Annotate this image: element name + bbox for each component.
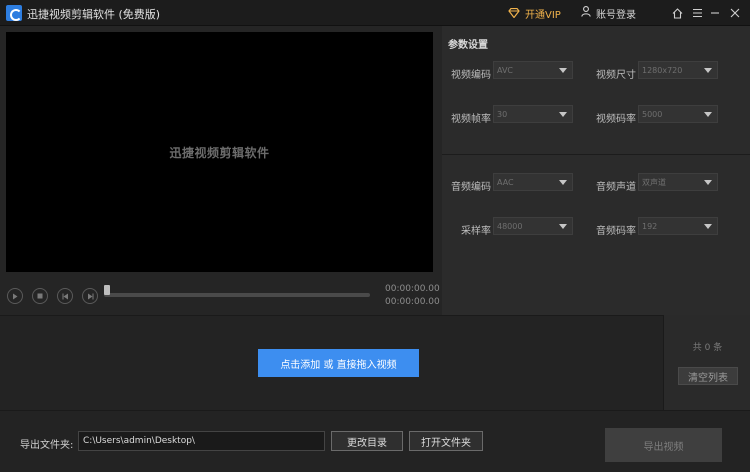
video-size-label: 视频尺寸 — [596, 70, 636, 81]
item-count: 共 0 条 — [692, 343, 723, 353]
player-controls: 00:00:00.00 00:00:00.00 — [0, 276, 440, 314]
home-icon — [672, 7, 682, 19]
video-bitrate-select[interactable]: 5000 — [638, 105, 718, 123]
frame-rate-value: 30 — [497, 109, 508, 119]
next-frame-icon — [87, 293, 93, 299]
prev-frame-button[interactable] — [57, 288, 73, 304]
chevron-down-icon — [704, 224, 712, 229]
video-preview: 迅捷视频剪辑软件 — [6, 32, 433, 272]
total-time: 00:00:00.00 — [385, 297, 440, 307]
param-settings-panel: 参数设置 视频编码 AVC 视频尺寸 1280x720 视频帧率 30 视频码率… — [442, 26, 750, 315]
stop-button[interactable] — [32, 288, 48, 304]
menu-button[interactable] — [689, 5, 705, 21]
login-label: 账号登录 — [596, 9, 636, 21]
clear-list-button[interactable]: 清空列表 — [678, 367, 738, 385]
audio-bitrate-value: 192 — [642, 221, 658, 231]
audio-bitrate-select[interactable]: 192 — [638, 217, 718, 235]
audio-channel-value: 双声道 — [642, 177, 666, 187]
vip-button[interactable]: 开通VIP — [508, 5, 561, 21]
close-button[interactable] — [727, 5, 743, 21]
sample-rate-label: 采样率 — [461, 226, 491, 237]
diamond-icon — [508, 8, 520, 18]
vip-label: 开通VIP — [525, 9, 561, 21]
video-bitrate-value: 5000 — [642, 109, 663, 119]
frame-rate-select[interactable]: 30 — [493, 105, 573, 123]
chevron-down-icon — [704, 68, 712, 73]
video-codec-select[interactable]: AVC — [493, 61, 573, 79]
list-icon — [692, 8, 702, 18]
login-button[interactable]: 账号登录 — [581, 5, 636, 21]
video-codec-label: 视频编码 — [451, 70, 491, 81]
current-time: 00:00:00.00 — [385, 284, 440, 294]
audio-codec-select[interactable]: AAC — [493, 173, 573, 191]
video-codec-value: AVC — [497, 65, 514, 75]
frame-rate-label: 视频帧率 — [451, 114, 491, 125]
param-settings-title: 参数设置 — [448, 40, 488, 51]
play-icon — [13, 293, 18, 299]
video-size-select[interactable]: 1280x720 — [638, 61, 718, 79]
video-drop-area[interactable]: 点击添加 或 直接拖入视频 — [0, 315, 663, 410]
change-dir-button[interactable]: 更改目录 — [331, 431, 403, 451]
window-title: 迅捷视频剪辑软件 (免费版) — [27, 8, 161, 21]
close-icon — [730, 8, 740, 18]
audio-codec-value: AAC — [497, 177, 514, 187]
sample-rate-value: 48000 — [497, 221, 523, 231]
export-folder-input[interactable] — [78, 431, 325, 451]
add-video-button[interactable]: 点击添加 或 直接拖入视频 — [258, 349, 419, 377]
video-size-value: 1280x720 — [642, 65, 683, 75]
chevron-down-icon — [559, 112, 567, 117]
audio-channel-label: 音频声道 — [596, 182, 636, 193]
chevron-down-icon — [559, 180, 567, 185]
audio-codec-label: 音频编码 — [451, 182, 491, 193]
export-video-button[interactable]: 导出视频 — [605, 428, 722, 462]
chevron-down-icon — [559, 224, 567, 229]
sample-rate-select[interactable]: 48000 — [493, 217, 573, 235]
progress-bar[interactable] — [104, 285, 370, 297]
audio-bitrate-label: 音频码率 — [596, 226, 636, 237]
next-frame-button[interactable] — [82, 288, 98, 304]
chevron-down-icon — [704, 180, 712, 185]
app-logo-icon — [6, 5, 22, 21]
audio-channel-select[interactable]: 双声道 — [638, 173, 718, 191]
preview-placeholder: 迅捷视频剪辑软件 — [169, 145, 270, 160]
stop-icon — [37, 293, 43, 299]
prev-frame-icon — [62, 293, 68, 299]
progress-handle[interactable] — [104, 285, 110, 295]
play-button[interactable] — [7, 288, 23, 304]
minimize-button[interactable] — [707, 5, 723, 21]
user-icon — [581, 6, 591, 20]
chevron-down-icon — [704, 112, 712, 117]
list-side-panel: 共 0 条 清空列表 — [663, 315, 750, 410]
chevron-down-icon — [559, 68, 567, 73]
param-divider — [442, 154, 750, 155]
export-folder-label: 导出文件夹: — [20, 440, 74, 451]
minimize-icon — [711, 12, 719, 14]
home-button[interactable] — [669, 5, 685, 21]
title-bar: 迅捷视频剪辑软件 (免费版) 开通VIP 账号登录 — [0, 0, 750, 26]
open-folder-button[interactable]: 打开文件夹 — [409, 431, 483, 451]
export-bar: 导出文件夹: 更改目录 打开文件夹 导出视频 — [0, 410, 750, 472]
video-bitrate-label: 视频码率 — [596, 114, 636, 125]
